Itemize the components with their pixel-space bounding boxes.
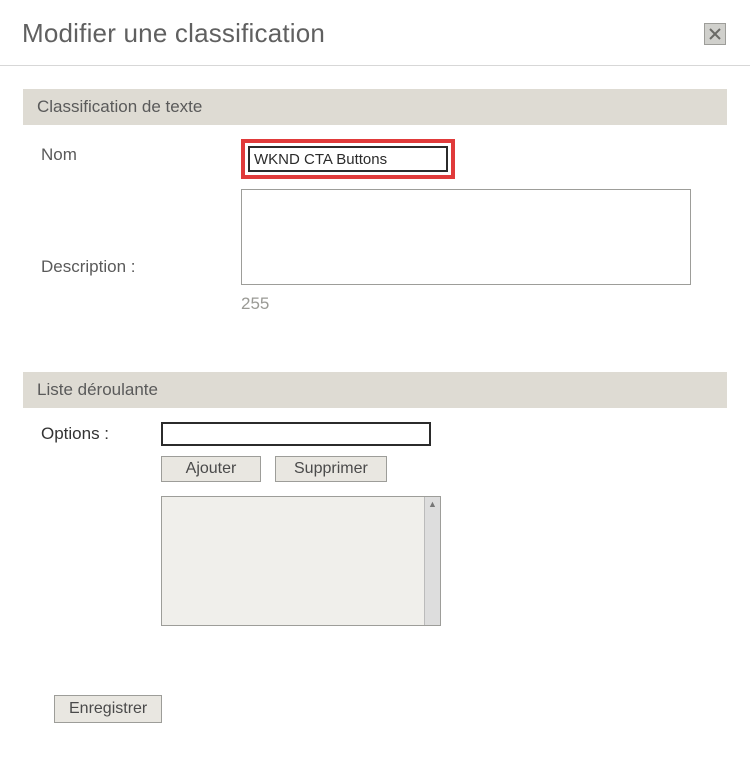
dialog-footer: Enregistrer <box>0 695 750 745</box>
add-button[interactable]: Ajouter <box>161 456 261 482</box>
remove-button[interactable]: Supprimer <box>275 456 387 482</box>
text-classification-body: Nom Description : 255 <box>23 125 727 342</box>
scroll-up-icon: ▲ <box>425 497 440 511</box>
dropdown-body: Options : Ajouter Supprimer ▲ <box>23 408 727 644</box>
name-highlight <box>241 139 455 179</box>
char-count: 255 <box>241 294 691 314</box>
options-input[interactable] <box>161 422 431 446</box>
dialog-header: Modifier une classification <box>0 0 750 66</box>
options-button-row: Ajouter Supprimer <box>161 456 709 482</box>
name-row: Nom <box>41 139 709 179</box>
description-row: Description : 255 <box>41 189 709 314</box>
close-button[interactable] <box>704 23 726 45</box>
close-icon <box>709 28 721 40</box>
options-label: Options : <box>41 422 161 444</box>
description-label: Description : <box>41 227 241 277</box>
dropdown-section: Liste déroulante Options : Ajouter Suppr… <box>22 371 728 645</box>
description-wrap: 255 <box>241 189 691 314</box>
name-label: Nom <box>41 139 241 165</box>
text-classification-header: Classification de texte <box>23 89 727 125</box>
dialog-body: Classification de texte Nom Description … <box>0 66 750 695</box>
name-input[interactable] <box>248 146 448 172</box>
description-textarea[interactable] <box>241 189 691 285</box>
dropdown-header: Liste déroulante <box>23 372 727 408</box>
text-classification-section: Classification de texte Nom Description … <box>22 88 728 343</box>
dialog-title: Modifier une classification <box>22 18 325 49</box>
options-row: Options : <box>41 422 709 446</box>
options-listbox[interactable]: ▲ <box>161 496 441 626</box>
listbox-scrollbar[interactable]: ▲ <box>424 497 440 625</box>
save-button[interactable]: Enregistrer <box>54 695 162 723</box>
